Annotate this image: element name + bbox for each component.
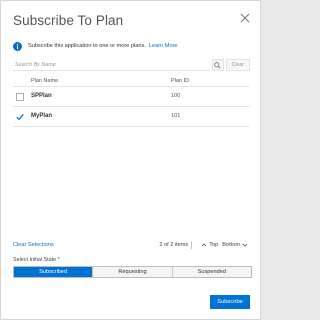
- search-button[interactable]: [211, 59, 224, 71]
- column-header-plan-id: Plan ID: [171, 77, 190, 84]
- checkmark-icon[interactable]: [16, 113, 24, 121]
- column-header-plan-name: Plan Name: [31, 77, 59, 84]
- state-option-subscribed[interactable]: Subscribed: [14, 267, 94, 277]
- info-icon: [13, 41, 22, 51]
- item-count: 2 of 2 items: [159, 242, 189, 248]
- table-header: Plan Name Plan ID: [13, 75, 250, 87]
- bottom-label: Bottom: [222, 242, 240, 248]
- plan-name: MyPlan: [31, 113, 53, 119]
- top-button[interactable]: Top: [199, 242, 218, 248]
- table-footer: Clear Selections 2 of 2 items Top Bottom: [13, 240, 250, 250]
- table-row[interactable]: MyPlan 101: [13, 107, 250, 127]
- pager: 2 of 2 items Top Bottom: [159, 241, 250, 249]
- chevron-down-icon: [242, 243, 248, 247]
- info-banner: Subscribe this application to one or mor…: [13, 39, 250, 53]
- plan-name: SPPlan: [31, 93, 52, 99]
- initial-state-selector: Subscribed Requesting Suspended: [13, 266, 252, 278]
- search-icon: [214, 61, 221, 69]
- clear-search-button[interactable]: Clear: [225, 59, 250, 71]
- state-option-requesting[interactable]: Requesting: [93, 267, 173, 277]
- chevron-up-icon: [201, 243, 207, 247]
- subscribe-button[interactable]: Subscribe: [210, 295, 250, 309]
- search-input[interactable]: [13, 59, 210, 71]
- plan-id: 101: [171, 113, 181, 119]
- divider: [191, 241, 193, 249]
- bottom-button[interactable]: Bottom: [222, 242, 250, 248]
- info-text: Subscribe this application to one or mor…: [28, 43, 146, 49]
- subscribe-dialog: Subscribe To Plan Subscribe this applica…: [0, 0, 261, 320]
- row-checkbox[interactable]: [16, 93, 24, 101]
- plan-id: 100: [171, 93, 181, 99]
- plans-table: Plan Name Plan ID SPPlan 100 MyPlan 101: [13, 75, 250, 127]
- initial-state-label: Select Initial State *: [13, 257, 60, 263]
- close-icon[interactable]: [238, 11, 252, 25]
- dialog-title: Subscribe To Plan: [13, 13, 124, 28]
- table-row[interactable]: SPPlan 100: [13, 87, 250, 107]
- top-label: Top: [209, 242, 219, 248]
- learn-more-link[interactable]: Learn More: [149, 43, 178, 49]
- search-row: Clear: [13, 59, 250, 71]
- clear-selections-link[interactable]: Clear Selections: [13, 242, 54, 248]
- state-option-suspended[interactable]: Suspended: [172, 267, 251, 277]
